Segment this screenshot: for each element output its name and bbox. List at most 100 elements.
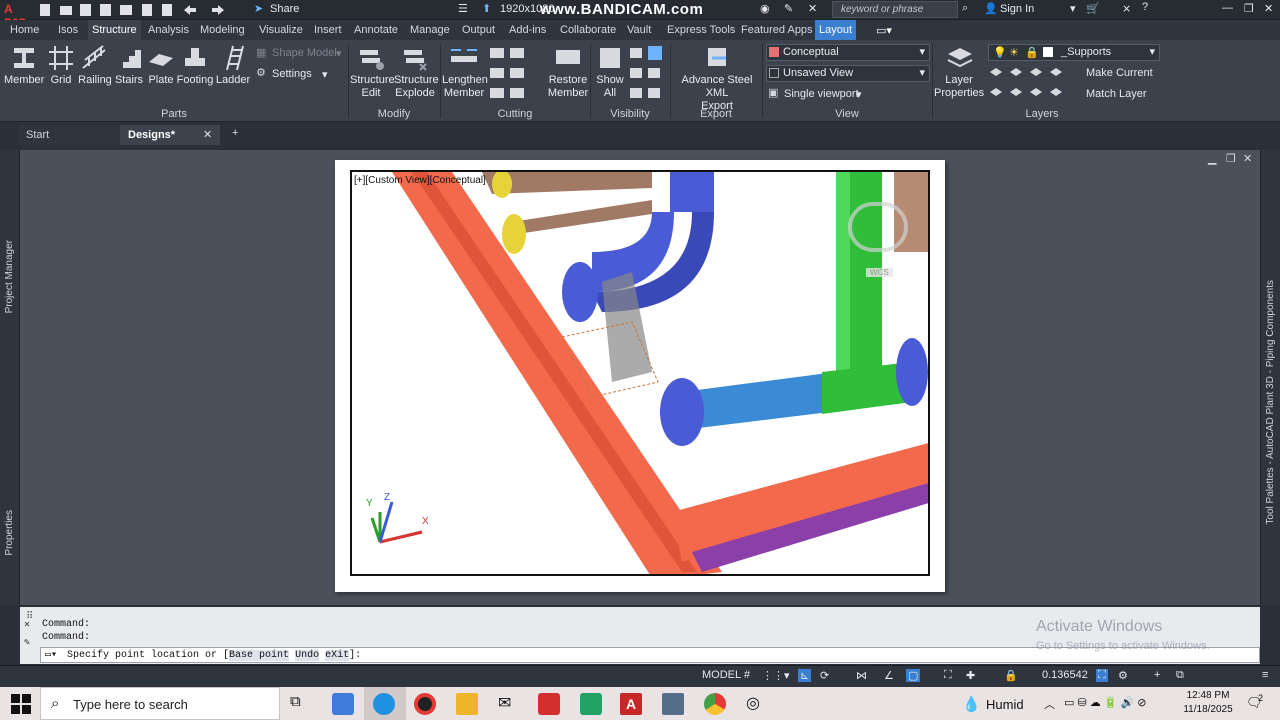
taskbar-search[interactable]: ⌕ Type here to search (40, 687, 280, 720)
snap-icon[interactable]: ⋮⋮ (762, 669, 784, 682)
ortho-icon[interactable]: ⊾ (798, 669, 812, 682)
grid-button[interactable]: Grid (46, 44, 76, 87)
viewport-close-icon[interactable]: ✕ (1243, 152, 1252, 165)
project-manager-tab[interactable]: Project Manager (4, 240, 15, 313)
clock-time[interactable]: 12:48 PM (1184, 690, 1232, 701)
ladder-button[interactable]: Ladder (214, 44, 252, 87)
fullscreen-icon[interactable]: ⛶ (1096, 669, 1108, 682)
model-viewport[interactable]: [+][Custom View][Conceptual] Y Z X WCS (350, 170, 930, 576)
tray-icons[interactable]: ▭ ⛁ ☁ 🔋 🔊 ⊘ (1064, 696, 1147, 709)
grid-icon[interactable]: # (744, 669, 750, 681)
workspace-icon[interactable]: ✚ (966, 669, 975, 682)
tab-layout[interactable]: Layout (815, 20, 857, 40)
restore-icon[interactable]: ❐ (1244, 2, 1254, 15)
search-icon[interactable]: ⌕ (962, 2, 968, 15)
isodraft-icon[interactable]: ⋈ (856, 669, 867, 682)
cmd-option-undo[interactable]: Undo (295, 650, 320, 661)
store-icon[interactable] (332, 693, 354, 715)
lengthen-member-button[interactable]: Lengthen Member (442, 44, 488, 100)
settings-dropdown-icon[interactable]: ▾ (322, 68, 328, 81)
tab-output[interactable]: Output (458, 20, 499, 40)
menu-icon[interactable]: ☰ (458, 2, 468, 15)
minimize-icon[interactable]: — (1222, 2, 1233, 14)
share-button[interactable]: Share (270, 3, 299, 15)
close-tab-icon[interactable]: ✕ (203, 128, 212, 141)
tab-annotate[interactable]: Annotate (350, 20, 402, 40)
railing-button[interactable]: Railing (76, 44, 114, 87)
tab-collaborate[interactable]: Collaborate (556, 20, 620, 40)
tab-vault[interactable]: Vault (623, 20, 655, 40)
structure-explode-button[interactable]: Structure Explode (394, 44, 439, 100)
windows-start-icon[interactable] (10, 693, 32, 715)
record-icon[interactable] (414, 693, 436, 715)
match-layer-button[interactable]: Match Layer (1086, 88, 1147, 100)
weather-text[interactable]: Humid (986, 697, 1024, 712)
tab-visualize[interactable]: Visualize (255, 20, 307, 40)
viewport-dropdown-icon[interactable]: ▾ (856, 88, 862, 101)
footing-button[interactable]: Footing (176, 44, 214, 87)
shape-model-button[interactable]: Shape Model (272, 47, 337, 59)
tray-chevron-icon[interactable]: ︿ (1044, 696, 1055, 712)
ribbon-minimize-icon[interactable]: ▭▾ (876, 24, 900, 37)
viewport-maximize-icon[interactable]: ❐ (1226, 152, 1236, 165)
search-input[interactable]: keyword or phrase (832, 1, 958, 18)
autocad-icon[interactable]: A (620, 693, 642, 715)
isolate-objects-icon[interactable]: ⧉ (1176, 669, 1184, 682)
cmd-close-icon[interactable]: ✕ (24, 619, 30, 631)
cart-icon[interactable]: 🛒 (1086, 2, 1100, 15)
viewport-config-button[interactable]: Single viewport (784, 88, 859, 100)
cmd-customize-icon[interactable]: ✎ (24, 637, 30, 649)
tab-home[interactable]: Home (6, 20, 43, 40)
layer-tools[interactable] (988, 64, 1068, 104)
pen-icon[interactable]: ✎ (784, 2, 793, 15)
advance-steel-export-button[interactable]: Advance Steel XML Export (672, 44, 762, 113)
scale-readout[interactable]: 0.136542 (1042, 669, 1088, 681)
tab-featured-apps[interactable]: Featured Apps (737, 20, 817, 40)
plate-button[interactable]: Plate (146, 44, 176, 87)
plus-icon[interactable]: + (1154, 669, 1160, 681)
tab-insert[interactable]: Insert (310, 20, 346, 40)
layer-properties-button[interactable]: Layer Properties (934, 44, 984, 100)
member-button[interactable]: Member (4, 44, 44, 87)
shape-model-dropdown-icon[interactable]: ▾ (336, 47, 342, 60)
properties-tab[interactable]: Properties (4, 510, 15, 556)
tab-manage[interactable]: Manage (406, 20, 454, 40)
structure-edit-button[interactable]: Structure Edit (350, 44, 395, 100)
share-icon[interactable]: ➤ (254, 2, 263, 15)
layer-select[interactable]: 💡 ☀ 🔒 _Supports ▾ (988, 44, 1160, 61)
viewcube[interactable] (848, 202, 908, 252)
osnap-tracking-icon[interactable]: ∠ (884, 669, 894, 682)
restore-member-button[interactable]: Restore Member (546, 44, 590, 100)
tab-add-ins[interactable]: Add-ins (505, 20, 550, 40)
wcs-menu[interactable]: WCS (866, 268, 893, 277)
app-logo[interactable]: A P3D (4, 2, 30, 30)
settings-gear-icon[interactable]: ⚙ (1118, 669, 1128, 682)
wps-icon[interactable] (538, 693, 560, 715)
tab-express-tools[interactable]: Express Tools (663, 20, 739, 40)
close-icon[interactable]: ✕ (1264, 2, 1273, 15)
cutting-tools[interactable] (488, 44, 538, 102)
show-all-button[interactable]: Show All (592, 44, 628, 100)
customize-icon[interactable]: ≡ (1262, 669, 1268, 681)
app-green-icon[interactable] (580, 693, 602, 715)
monitor-app-icon[interactable] (662, 693, 684, 715)
viewport-label[interactable]: [+][Custom View][Conceptual] (354, 175, 486, 186)
dropdown-icon[interactable]: ▾ (1070, 2, 1076, 15)
tab-analysis[interactable]: Analysis (144, 20, 193, 40)
visual-style-select[interactable]: Conceptual ▾ (766, 44, 930, 61)
visibility-tools[interactable] (628, 44, 668, 102)
make-current-button[interactable]: Make Current (1086, 67, 1153, 79)
settings-button[interactable]: Settings (272, 68, 312, 80)
obs-icon[interactable]: ◎ (746, 693, 768, 715)
cmd-option-exit[interactable]: eXit (325, 650, 350, 661)
polar-icon[interactable]: ⟳ (820, 669, 829, 682)
chrome-icon[interactable] (704, 693, 726, 715)
snap-dropdown-icon[interactable]: ▾ (784, 669, 790, 682)
panel-label-layers[interactable]: Layers (932, 108, 1152, 120)
doc-tab-start[interactable]: Start (18, 125, 120, 145)
mail-icon[interactable]: ✉ (498, 693, 520, 715)
tool-palettes-tab[interactable]: Tool Palettes - AutoCAD Plant 3D - Pipin… (1265, 280, 1276, 525)
panel-label-view[interactable]: View (762, 108, 932, 120)
clock-date[interactable]: 11/18/2025 (1182, 704, 1234, 715)
saved-view-select[interactable]: Unsaved View ▾ (766, 65, 930, 82)
